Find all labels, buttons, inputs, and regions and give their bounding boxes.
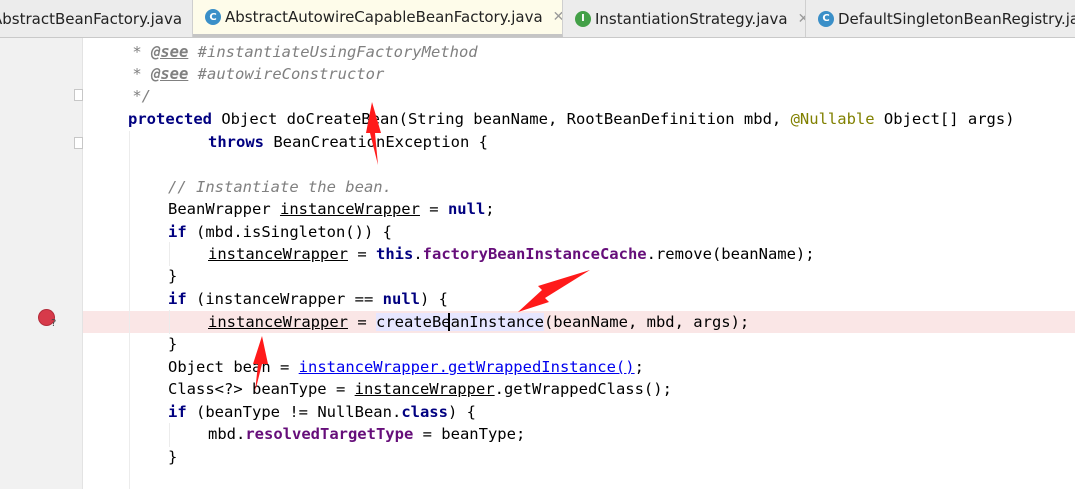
code-line-17: mbd.resolvedTargetType = beanType; <box>208 425 526 443</box>
tab-label: InstantiationStrategy.java <box>595 9 788 28</box>
editor-gutter[interactable] <box>0 38 83 489</box>
tab-instantiation-strategy[interactable]: I InstantiationStrategy.java ✕ <box>563 0 806 37</box>
indent-guide <box>169 423 170 447</box>
code-line-3: */ <box>123 87 151 105</box>
tab-abstract-bean-factory[interactable]: AbstractBeanFactory.java ✕ <box>0 0 193 37</box>
editor-tab-bar: AbstractBeanFactory.java ✕ C AbstractAut… <box>0 0 1075 38</box>
code-line-7: BeanWrapper instanceWrapper = null; <box>168 200 495 218</box>
tab-label: AbstractBeanFactory.java <box>0 9 183 28</box>
close-icon[interactable]: ✕ <box>553 9 562 25</box>
code-line-10: } <box>168 267 178 285</box>
class-icon: C <box>205 9 221 25</box>
tab-label: AbstractAutowireCapableBeanFactory.java <box>225 8 543 26</box>
text-caret <box>448 313 450 331</box>
code-line-4: protected Object doCreateBean(String bea… <box>128 110 1015 128</box>
close-icon[interactable]: ✕ <box>798 11 805 27</box>
code-line-14: Object bean = instanceWrapper.getWrapped… <box>168 358 644 376</box>
code-line-12: instanceWrapper = createBeanInstance(bea… <box>208 313 750 331</box>
code-line-5: throws BeanCreationException { <box>208 133 488 151</box>
arrow-up-left-icon <box>518 270 590 312</box>
indent-guide <box>169 310 170 334</box>
code-line-2: * @see #autowireConstructor <box>123 65 385 83</box>
code-line-1: * @see #instantiateUsingFactoryMethod <box>123 43 478 61</box>
code-line-11: if (instanceWrapper == null) { <box>168 290 448 308</box>
tab-abstract-autowire-capable-bean-factory[interactable]: C AbstractAutowireCapableBeanFactory.jav… <box>193 0 563 37</box>
get-wrapped-instance-link[interactable]: instanceWrapper.getWrappedInstance() <box>299 358 635 376</box>
create-bean-instance-call[interactable]: createBeanInstance <box>375 313 544 331</box>
code-line-15: Class<?> beanType = instanceWrapper.getW… <box>168 380 672 398</box>
indent-guide <box>169 242 170 266</box>
code-line-18: } <box>168 448 178 466</box>
fold-marker-icon[interactable] <box>74 89 83 101</box>
class-icon: C <box>818 10 834 27</box>
code-line-13: } <box>168 335 178 353</box>
indent-guide <box>129 131 130 489</box>
tab-label: DefaultSingletonBeanRegistry.java <box>838 9 1075 28</box>
interface-icon: I <box>575 10 591 27</box>
code-line-8: if (mbd.isSingleton()) { <box>168 223 392 241</box>
code-line-16: if (beanType != NullBean.class) { <box>168 403 476 421</box>
code-line-9: instanceWrapper = this.factoryBeanInstan… <box>208 245 815 263</box>
code-line-6: // Instantiate the bean. <box>168 178 392 196</box>
breakpoint-mark: ? <box>51 318 57 329</box>
tab-default-singleton-bean-registry[interactable]: C DefaultSingletonBeanRegistry.java <box>806 0 1075 37</box>
fold-marker-icon[interactable] <box>74 137 83 149</box>
